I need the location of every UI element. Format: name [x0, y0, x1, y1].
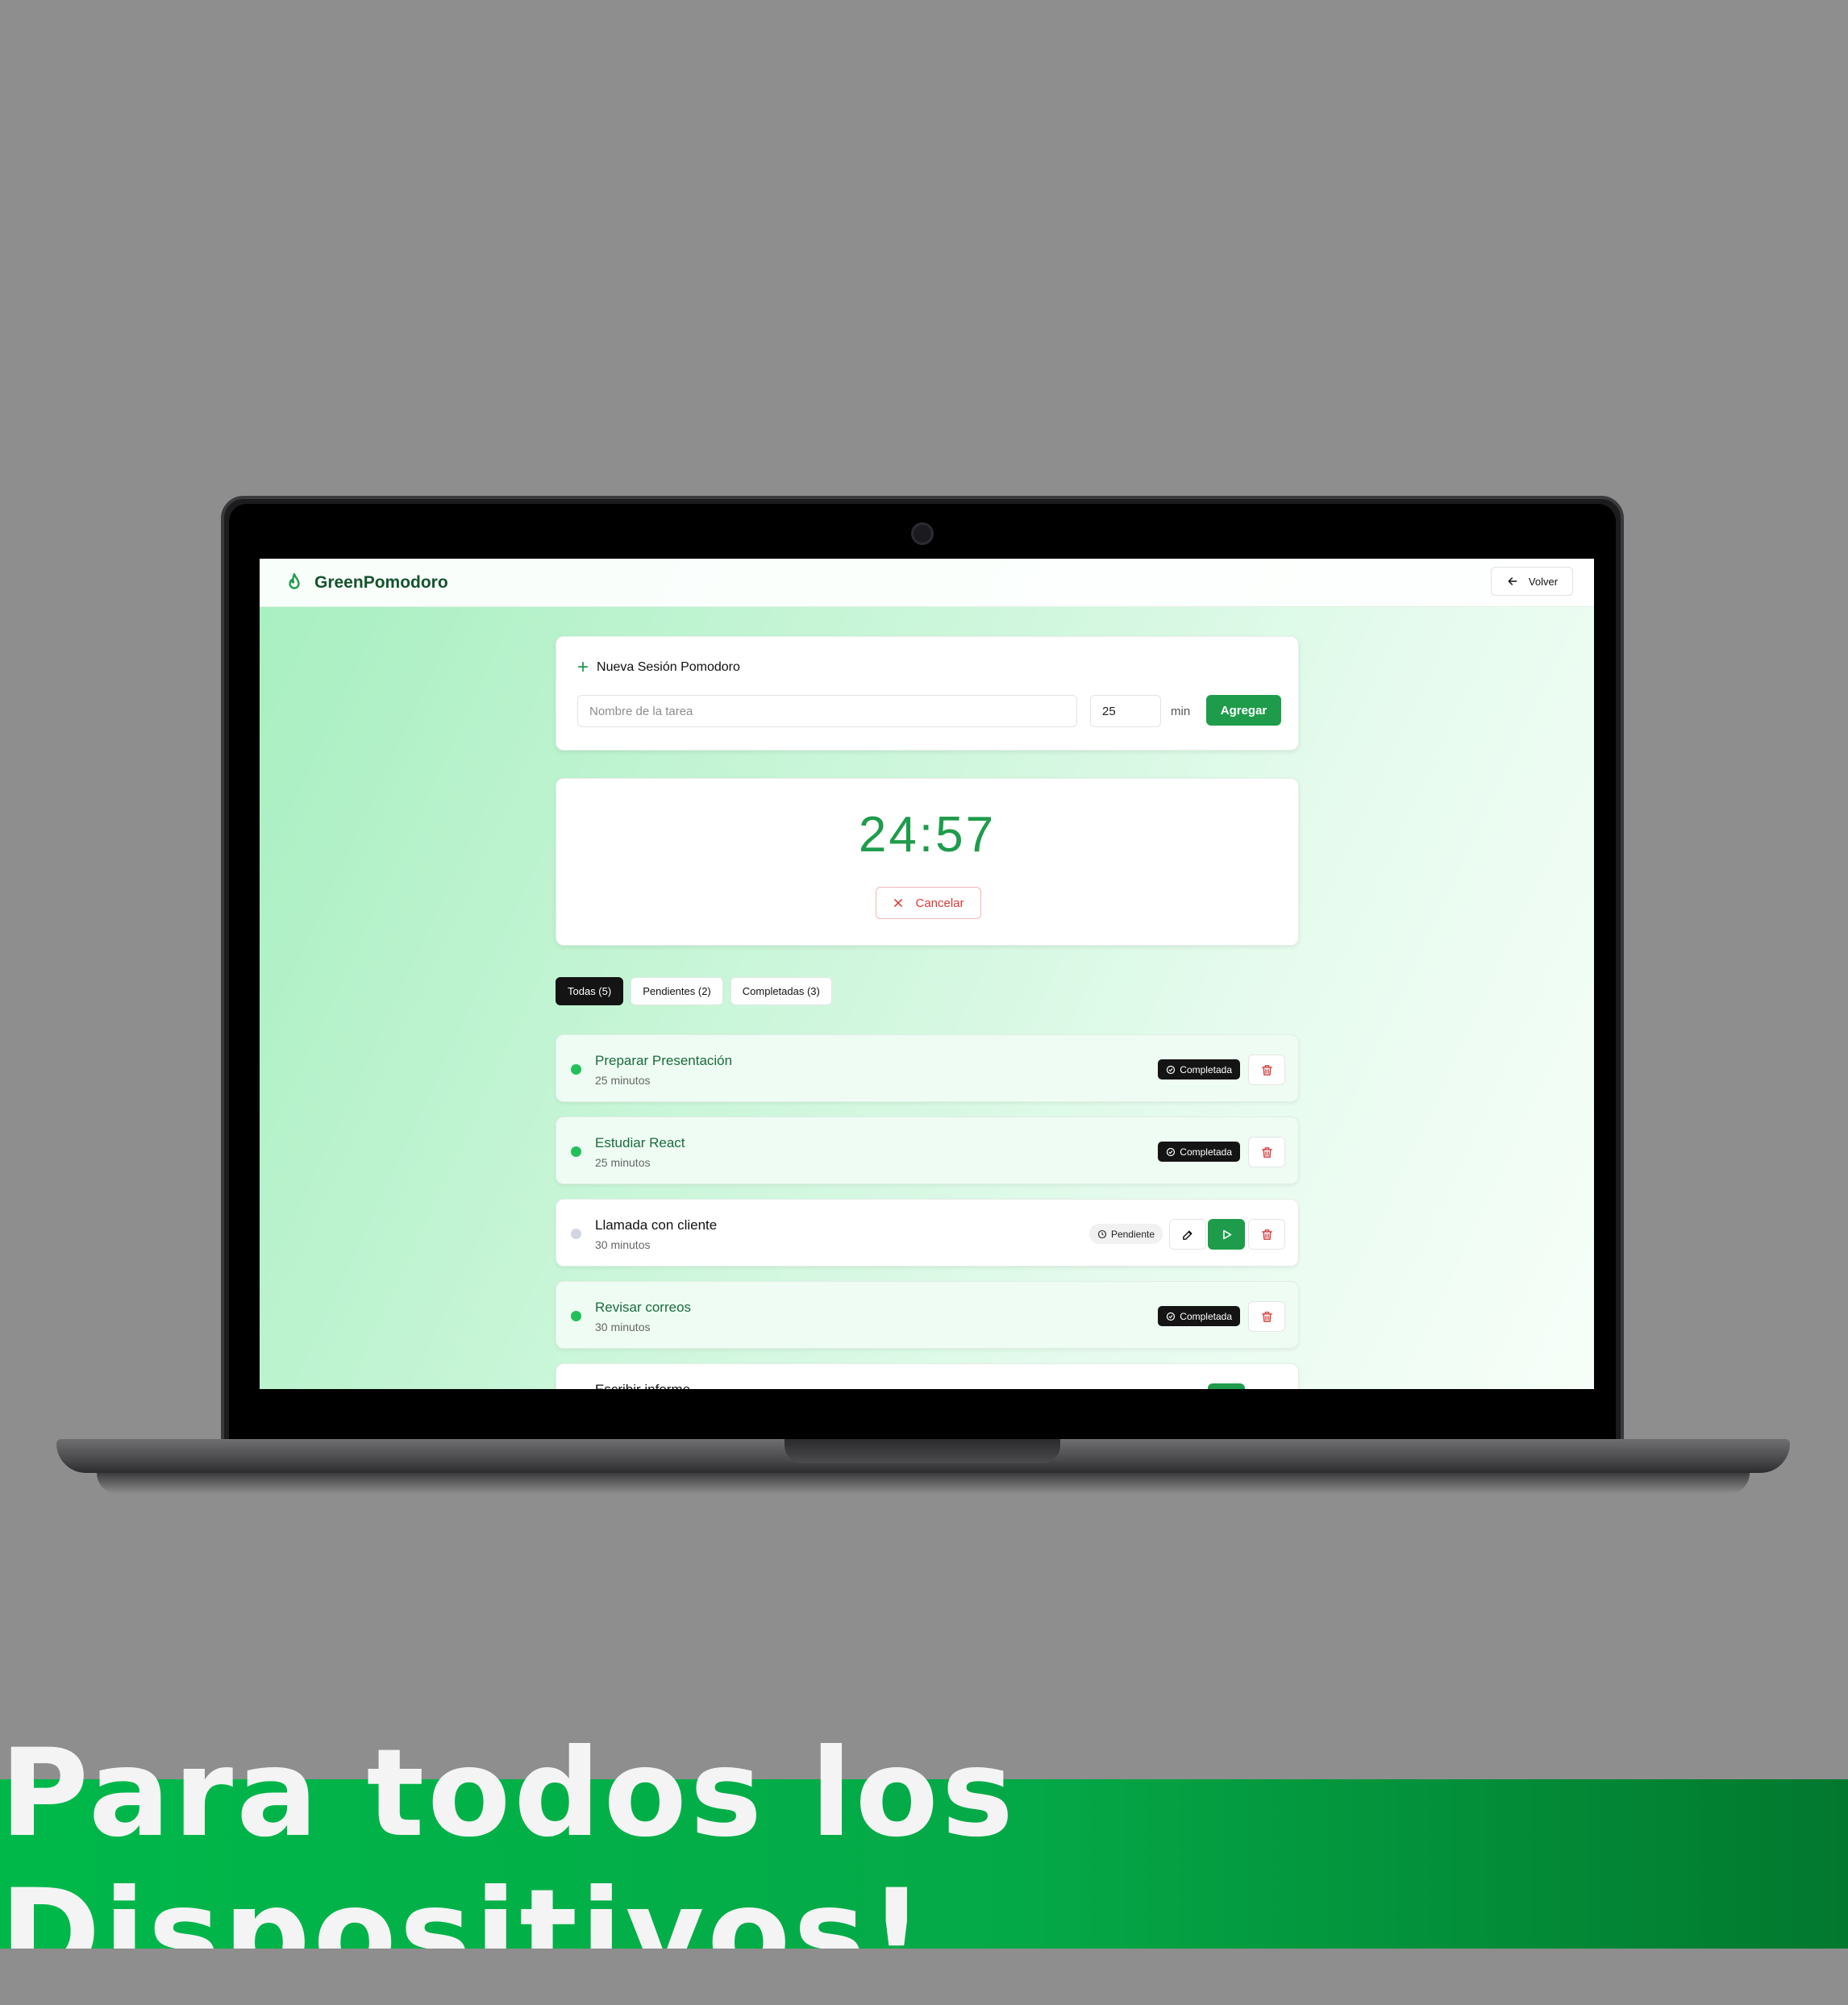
task-name: Estudiar React: [595, 1135, 685, 1150]
delete-button[interactable]: [1248, 1219, 1285, 1250]
new-session-title: + Nueva Sesión Pomodoro: [577, 658, 740, 677]
status-dot: [571, 1311, 581, 1321]
task-name: Revisar correos: [595, 1300, 692, 1315]
task-duration: 25 minutos: [595, 1074, 651, 1087]
arrow-left-icon: [1508, 577, 1517, 585]
delete-button[interactable]: [1248, 1301, 1285, 1332]
status-badge-label: Completada: [1180, 1310, 1232, 1322]
new-session-title-text: Nueva Sesión Pomodoro: [597, 660, 740, 674]
timer-display: 24:57: [858, 807, 997, 863]
task-name-input[interactable]: [577, 695, 1077, 727]
trash-icon: [1261, 1311, 1272, 1322]
check-circle-icon: [1167, 1065, 1176, 1074]
brand[interactable]: GreenPomodoro: [284, 572, 448, 593]
cancel-label: Cancelar: [915, 896, 964, 910]
timer-card: 24:57 Cancelar: [556, 778, 1299, 946]
new-session-card: + Nueva Sesión Pomodoro min Agregar: [556, 636, 1299, 751]
add-button[interactable]: Agregar: [1206, 695, 1281, 726]
task-item[interactable]: Revisar correos 30 minutos Completada: [556, 1281, 1299, 1349]
brand-name: GreenPomodoro: [314, 572, 448, 592]
bottom-strip: [0, 1949, 1848, 2005]
status-badge-label: Completada: [1180, 1063, 1232, 1075]
app-header: GreenPomodoro Volver: [260, 559, 1594, 607]
play-icon: [1222, 1229, 1231, 1239]
back-label: Volver: [1528, 575, 1559, 588]
back-button[interactable]: Volver: [1491, 567, 1573, 596]
filter-tabs: Todas (5) Pendientes (2) Completadas (3): [556, 977, 832, 1005]
trash-icon: [1261, 1229, 1272, 1240]
laptop-hinge-notch: [785, 1439, 1060, 1463]
clock-icon: [1097, 1229, 1107, 1238]
status-badge: Completada: [1158, 1306, 1240, 1326]
tab-todas[interactable]: Todas (5): [556, 977, 624, 1005]
status-badge: Completada: [1158, 1059, 1240, 1079]
check-circle-icon: [1167, 1147, 1176, 1156]
status-badge: Completada: [1158, 1142, 1240, 1162]
status-badge-label: Completada: [1180, 1146, 1232, 1158]
start-button[interactable]: [1208, 1219, 1245, 1250]
check-circle-icon: [1167, 1312, 1176, 1321]
trash-icon: [1261, 1146, 1272, 1158]
task-duration: 30 minutos: [595, 1321, 651, 1333]
status-dot: [571, 1064, 581, 1075]
tab-pendientes[interactable]: Pendientes (2): [631, 977, 723, 1005]
trash-icon: [1261, 1064, 1272, 1075]
task-name: Preparar Presentación: [595, 1053, 733, 1068]
edit-icon: [1182, 1230, 1192, 1240]
task-item[interactable]: Llamada con cliente 30 minutos Pendiente: [556, 1199, 1299, 1267]
task-duration: 30 minutos: [595, 1238, 651, 1251]
task-item[interactable]: Preparar Presentación 25 minutos Complet…: [556, 1034, 1299, 1102]
flame-icon: [289, 572, 300, 589]
start-button[interactable]: [1208, 1383, 1245, 1389]
promo-banner: Para todos los Dispositivos!: [0, 1724, 1848, 2004]
minutes-input[interactable]: [1090, 695, 1161, 727]
status-badge: Pendiente: [1088, 1224, 1163, 1244]
app-screen: GreenPomodoro Volver + Nueva Sesión Pomo…: [260, 559, 1594, 1389]
task-item[interactable]: Estudiar React 25 minutos Completada: [556, 1117, 1299, 1184]
close-icon: [894, 899, 903, 907]
delete-button[interactable]: [1248, 1137, 1285, 1167]
cancel-button[interactable]: Cancelar: [876, 887, 981, 919]
delete-button[interactable]: [1248, 1054, 1285, 1085]
task-duration: 25 minutos: [595, 1156, 651, 1169]
camera-icon: [911, 522, 934, 545]
status-dot: [571, 1146, 581, 1157]
tab-completadas[interactable]: Completadas (3): [730, 977, 832, 1005]
status-badge-label: Pendiente: [1110, 1228, 1155, 1240]
plus-icon: +: [577, 656, 589, 678]
task-name: Escribir informe: [595, 1382, 690, 1389]
edit-button[interactable]: [1169, 1219, 1206, 1250]
task-item[interactable]: Escribir informe: [556, 1363, 1299, 1389]
minutes-unit-label: min: [1171, 705, 1191, 718]
status-dot: [571, 1229, 581, 1239]
laptop-base-shadow: [97, 1473, 1750, 1494]
task-name: Llamada con cliente: [595, 1217, 718, 1233]
